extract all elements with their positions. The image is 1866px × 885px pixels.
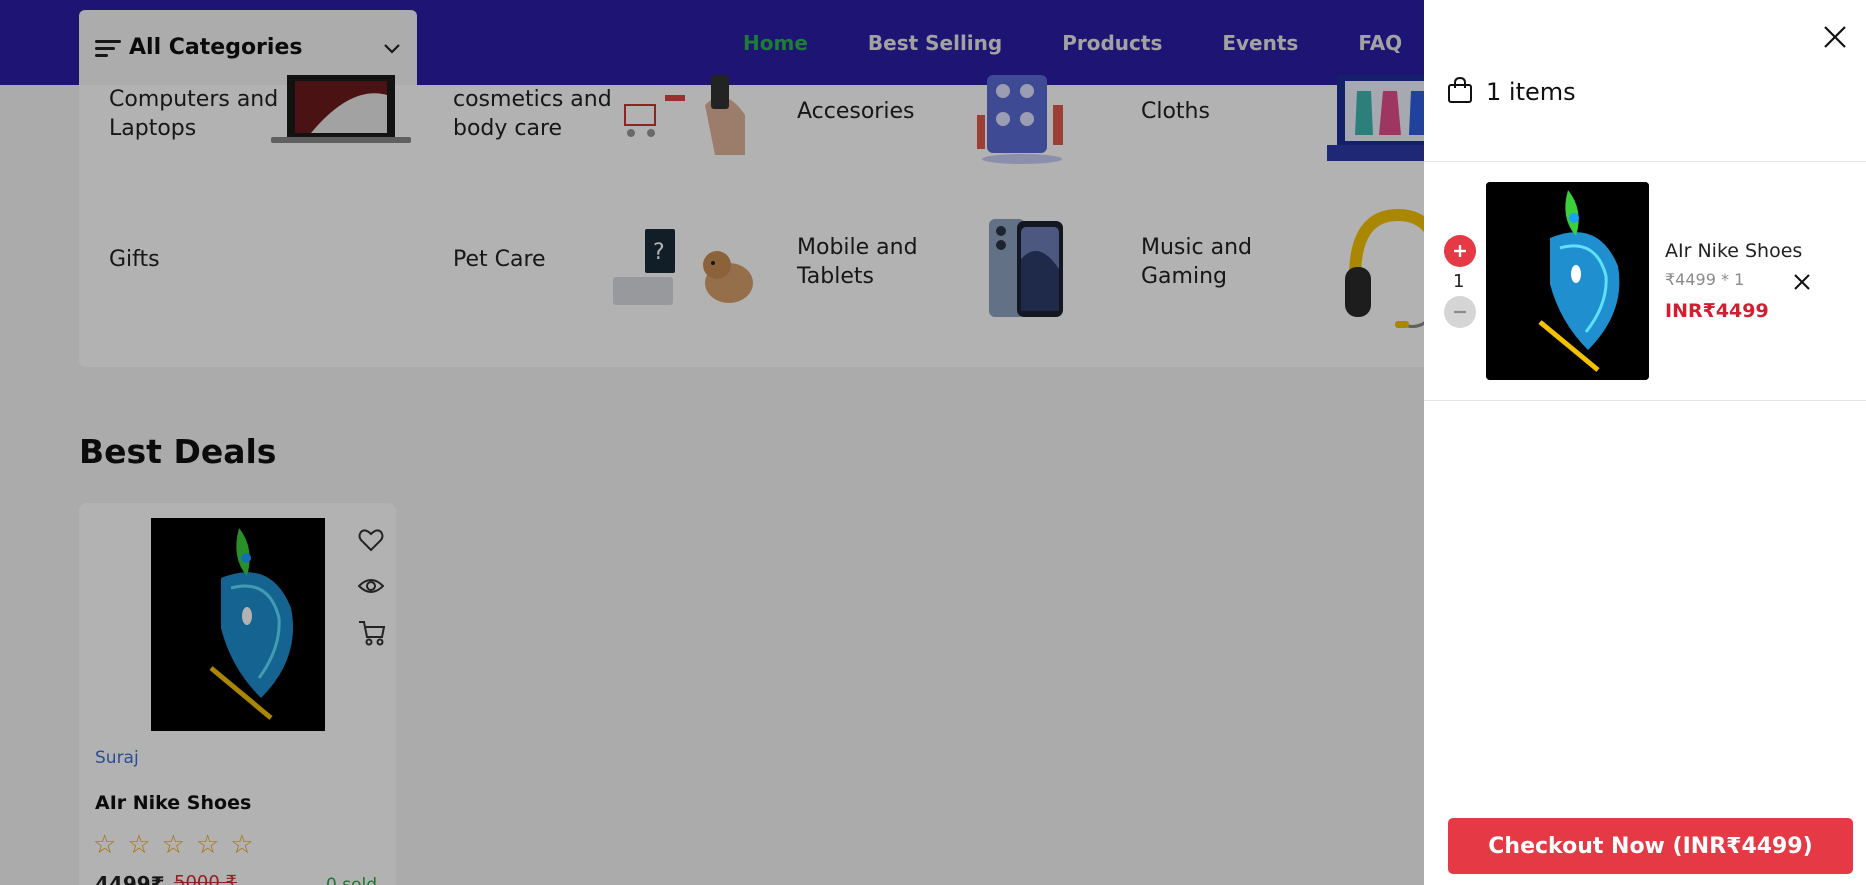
cart-item-unit-price: ₹4499 * 1 <box>1665 270 1745 289</box>
cart-drawer: 1 items 1 AIr Nike Shoes ₹4499 * 1 INR₹4… <box>1424 0 1866 885</box>
item-quantity: 1 <box>1453 271 1465 292</box>
shopping-bag-icon <box>1446 76 1474 108</box>
cart-item-image <box>1486 182 1649 380</box>
decrease-quantity-button[interactable] <box>1444 296 1476 328</box>
divider <box>1424 400 1866 401</box>
cart-item-total: INR₹4499 <box>1665 300 1769 322</box>
cart-items-count: 1 items <box>1486 78 1576 106</box>
close-icon[interactable] <box>1820 22 1850 52</box>
checkout-button[interactable]: Checkout Now (INR₹4499) <box>1448 818 1853 874</box>
cart-item-name: AIr Nike Shoes <box>1665 240 1803 262</box>
divider <box>1424 161 1866 162</box>
remove-item-icon[interactable] <box>1792 272 1812 292</box>
cart-items-header: 1 items <box>1446 76 1576 108</box>
increase-quantity-button[interactable] <box>1444 235 1476 267</box>
